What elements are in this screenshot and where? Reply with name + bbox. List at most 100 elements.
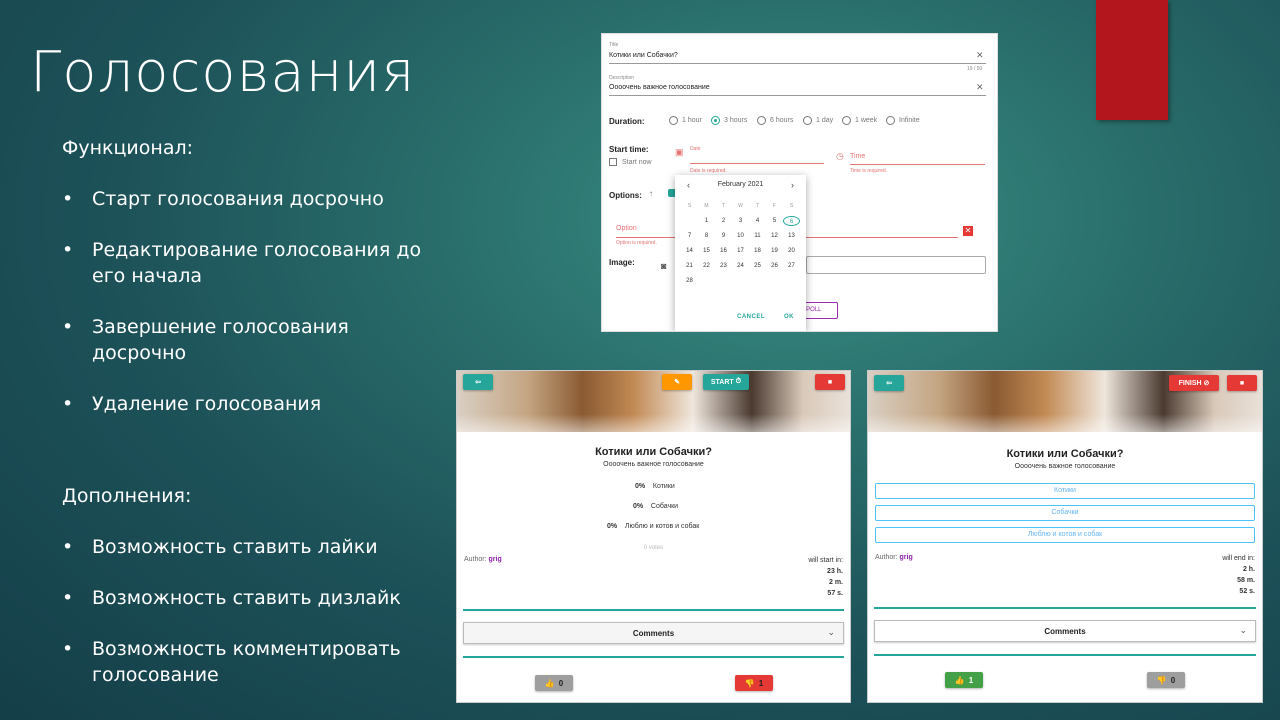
description-label: Description [609,75,635,81]
camera-icon[interactable]: ◙ [661,261,666,271]
like-button[interactable]: 👍 1 [945,672,983,688]
calendar-day[interactable]: 17 [732,246,749,256]
author-info: Author: grig [875,554,913,561]
calendar-day[interactable]: 12 [766,231,783,241]
sort-icon[interactable]: ↑ [649,189,653,198]
back-button[interactable]: ⇦ [463,374,493,390]
calendar-day[interactable]: 15 [698,246,715,256]
comments-toggle[interactable]: Comments ⌄ [463,622,844,644]
calendar-day[interactable]: 24 [732,261,749,271]
duration-3-hours[interactable]: 3 hours [711,116,747,125]
result-row: 0% Собачки [633,503,678,510]
calendar-day[interactable]: 18 [749,246,766,256]
image-path-input[interactable] [806,256,986,274]
weekday-label: T [755,203,760,209]
countdown-minutes: 58 m. [1237,577,1255,584]
calendar-empty-cell [715,276,732,286]
vote-option-button[interactable]: Котики [875,483,1255,499]
calendar-day[interactable]: 27 [783,261,800,271]
calendar-month: February 2021 [717,181,764,188]
finish-button[interactable]: FINISH ⊘ [1169,375,1219,391]
dislike-count: 1 [758,678,764,688]
back-icon: ⇦ [475,379,481,386]
divider [874,607,1256,609]
dislike-button[interactable]: 👎 0 [1147,672,1185,688]
calendar-day[interactable]: 16 [715,246,732,256]
dislike-button[interactable]: 👎 1 [735,675,773,691]
duration-1-day[interactable]: 1 day [803,116,833,125]
calendar-day[interactable]: 7 [681,231,698,241]
delete-button[interactable]: ■ [815,374,845,390]
calendar-day[interactable]: 14 [681,246,698,256]
countdown-seconds: 52 s. [1239,588,1255,595]
time-error: Time is required. [850,168,888,174]
duration-1-week[interactable]: 1 week [842,116,877,125]
thumbs-up-icon: 👍 [544,678,555,688]
date-underline [690,163,824,164]
calendar-day[interactable]: 9 [715,231,732,241]
calendar-day[interactable]: 3 [732,216,749,226]
calendar-day[interactable]: 20 [783,246,800,256]
description-input[interactable]: Оооочень важное голосование [609,84,710,91]
calendar-day[interactable]: 21 [681,261,698,271]
calendar-cancel-button[interactable]: CANCEL [737,314,765,320]
vote-option-button[interactable]: Собачки [875,505,1255,521]
calendar-day[interactable]: 1 [698,216,715,226]
date-picker: ‹ February 2021 › S M T W T F S 1 2 3 4 5 6 7 8 9 10 11 12… [675,175,806,331]
options-label: Options: [609,191,642,200]
time-input[interactable]: Time [850,153,865,160]
like-button[interactable]: 👍 0 [535,675,573,691]
calendar-day[interactable]: 26 [766,261,783,271]
calendar-day[interactable]: 25 [749,261,766,271]
title-input[interactable]: Котики или Собачки? [609,52,678,59]
author-name[interactable]: grig [900,554,913,561]
countdown-hours: 2 h. [1242,566,1255,573]
calendar-day[interactable]: 2 [715,216,732,226]
back-button[interactable]: ⇦ [874,375,904,391]
comments-toggle[interactable]: Comments ⌄ [874,620,1256,642]
remove-option-button[interactable]: ✕ [963,226,973,236]
calendar-day[interactable]: 11 [749,231,766,241]
pencil-icon: ✎ [674,379,680,386]
delete-button[interactable]: ■ [1227,375,1257,391]
like-count: 1 [968,675,974,685]
calendar-day[interactable]: 23 [715,261,732,271]
calendar-empty-cell [783,276,800,286]
calendar-grid: S M T W T F S 1 2 3 4 5 6 7 8 9 10 11 12 13 14 15 16 17 18 19 20 21… [681,201,800,286]
date-input[interactable]: Date [690,146,701,152]
edit-button[interactable]: ✎ [662,374,692,390]
calendar-day[interactable]: 13 [783,231,800,241]
weekday-label: S [789,203,794,209]
description-clear-icon[interactable]: ✕ [976,82,984,93]
start-button[interactable]: START ⏱ [703,374,749,390]
time-underline [850,164,985,165]
calendar-day[interactable]: 10 [732,231,749,241]
calendar-day[interactable]: 19 [766,246,783,256]
feature-item: Старт голосования досрочно [62,186,432,212]
calendar-icon: ▣ [675,147,684,157]
vote-option-button[interactable]: Люблю и котов и собак [875,527,1255,543]
result-label: Люблю и котов и собак [624,523,700,530]
calendar-ok-button[interactable]: OK [784,314,794,320]
option-input[interactable]: Option [616,225,637,232]
next-month-icon[interactable]: › [791,180,794,190]
duration-infinite[interactable]: Infinite [886,116,920,125]
calendar-day[interactable]: 8 [698,231,715,241]
calendar-day[interactable]: 6 [783,216,800,226]
calendar-day[interactable]: 4 [749,216,766,226]
title-clear-icon[interactable]: ✕ [976,50,984,61]
chevron-down-icon: ⌄ [1239,625,1247,635]
weekday-label: F [772,203,777,209]
calendar-empty-cell [698,276,715,286]
author-name[interactable]: grig [489,556,502,563]
features-heading: Функционал: [62,137,194,159]
poll-banner-image [457,371,850,432]
calendar-day[interactable]: 22 [698,261,715,271]
start-now-checkbox[interactable]: Start now [609,158,652,166]
duration-6-hours[interactable]: 6 hours [757,116,793,125]
duration-1-hour[interactable]: 1 hour [669,116,702,125]
radio-selected-icon [711,116,720,125]
thumbs-down-icon: 👎 [744,678,755,688]
calendar-day[interactable]: 28 [681,276,698,286]
calendar-day[interactable]: 5 [766,216,783,226]
